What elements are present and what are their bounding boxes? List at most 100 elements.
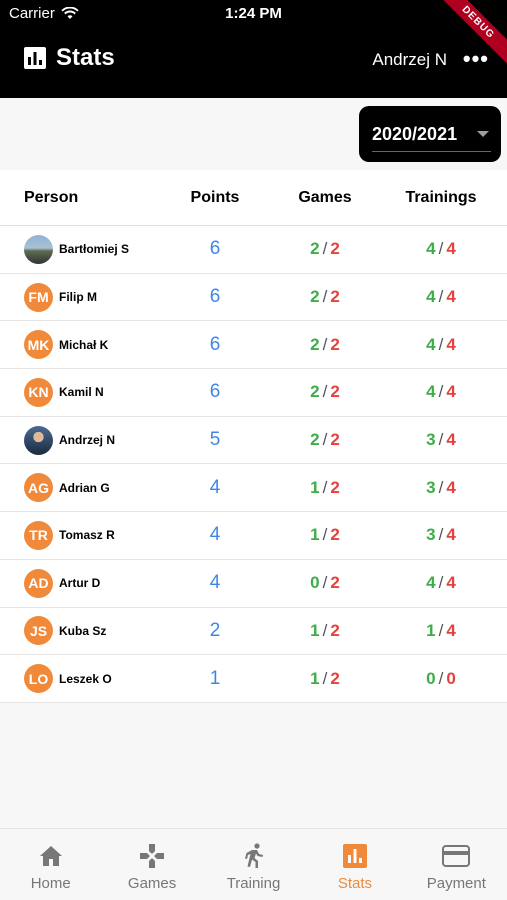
person-cell: KN Kamil N	[0, 377, 155, 407]
person-cell: TR Tomasz R	[0, 520, 155, 550]
page-title: Stats	[56, 44, 115, 71]
table-row[interactable]: JS Kuba Sz 2 1/2 1/4	[0, 608, 507, 656]
points-cell: 6	[155, 334, 275, 356]
trainings-attended: 4	[426, 382, 436, 402]
table-row[interactable]: Andrzej N 5 2/2 3/4	[0, 417, 507, 465]
trainings-cell: 3/4	[375, 478, 507, 498]
games-cell: 1/2	[275, 621, 375, 641]
trainings-cell: 3/4	[375, 430, 507, 450]
games-attended: 0	[310, 573, 320, 593]
bottom-nav: Home Games Training Stats Payment	[0, 828, 507, 900]
current-user[interactable]: Andrzej N	[372, 50, 447, 70]
games-attended: 1	[310, 525, 320, 545]
table-row[interactable]: AD Artur D 4 0/2 4/4	[0, 560, 507, 608]
trainings-cell: 4/4	[375, 239, 507, 259]
home-icon	[39, 846, 62, 866]
ratio-separator: /	[322, 573, 328, 593]
person-name: Leszek O	[59, 671, 112, 686]
trainings-attended: 3	[426, 430, 436, 450]
games-attended: 2	[310, 334, 320, 354]
table-row[interactable]: KN Kamil N 6 2/2 4/4	[0, 369, 507, 417]
points-cell: 2	[155, 620, 275, 642]
games-cell: 2/2	[275, 430, 375, 450]
avatar: TR	[24, 520, 53, 550]
avatar: FM	[24, 282, 53, 312]
nav-games[interactable]: Games	[101, 829, 202, 900]
ratio-separator: /	[322, 287, 328, 307]
nav-payment-label: Payment	[426, 875, 486, 892]
clock: 1:24 PM	[225, 5, 282, 22]
table-row[interactable]: AG Adrian G 4 1/2 3/4	[0, 464, 507, 513]
nav-stats[interactable]: Stats	[304, 829, 405, 900]
points-cell: 6	[155, 381, 275, 403]
nav-home[interactable]: Home	[0, 829, 101, 900]
games-total: 2	[330, 525, 340, 545]
nav-games-label: Games	[127, 875, 177, 892]
trainings-cell: 1/4	[375, 621, 507, 641]
person-name: Tomasz R	[59, 528, 115, 543]
app-title-group: Stats	[24, 44, 115, 72]
points-cell: 4	[155, 477, 275, 499]
trainings-total: 4	[446, 430, 456, 450]
debug-banner: DEBUG	[437, 0, 507, 70]
table-header: Person Points Games Trainings	[0, 170, 507, 226]
ratio-separator: /	[322, 430, 328, 450]
trainings-cell: 4/4	[375, 335, 507, 355]
header-person: Person	[24, 188, 79, 206]
header-games: Games	[298, 188, 352, 206]
avatar: MK	[24, 330, 53, 360]
person-cell: Bartłomiej S	[0, 234, 155, 264]
trainings-cell: 4/4	[375, 573, 507, 593]
games-total: 2	[330, 287, 340, 307]
avatar: KN	[24, 377, 53, 407]
trainings-total: 4	[446, 573, 456, 593]
trainings-attended: 4	[426, 239, 436, 259]
header-trainings: Trainings	[405, 188, 477, 206]
points-value: 6	[209, 238, 221, 260]
person-cell: LO Leszek O	[0, 664, 155, 694]
table-row[interactable]: Bartłomiej S 6 2/2 4/4	[0, 226, 507, 274]
trainings-attended: 4	[426, 334, 436, 354]
debug-label: DEBUG	[437, 0, 507, 68]
ratio-separator: /	[438, 477, 444, 497]
season-value: 2020/2021	[372, 124, 458, 144]
ratio-separator: /	[438, 573, 444, 593]
runner-icon	[244, 843, 263, 868]
credit-card-icon	[442, 845, 471, 867]
ratio-separator: /	[438, 620, 444, 640]
person-cell: Andrzej N	[0, 425, 155, 455]
trainings-total: 4	[446, 239, 456, 259]
games-cell: 2/2	[275, 335, 375, 355]
trainings-attended: 1	[426, 620, 436, 640]
points-cell: 6	[155, 286, 275, 308]
points-cell: 5	[155, 429, 275, 451]
points-value: 4	[209, 476, 221, 498]
games-total: 2	[330, 382, 340, 402]
table-body: Bartłomiej S 6 2/2 4/4 FM Filip M 6 2/2 4/4 MK Mic…	[0, 226, 507, 703]
ratio-separator: /	[438, 287, 444, 307]
table-row[interactable]: FM Filip M 6 2/2 4/4	[0, 274, 507, 322]
app-bar: Stats Andrzej N •••	[0, 28, 507, 98]
person-name: Kamil N	[59, 385, 104, 400]
ratio-separator: /	[322, 525, 328, 545]
table-row[interactable]: TR Tomasz R 4 1/2 3/4	[0, 512, 507, 560]
games-attended: 2	[310, 287, 320, 307]
table-row[interactable]: MK Michał K 6 2/2 4/4	[0, 321, 507, 370]
nav-training[interactable]: Training	[203, 829, 304, 900]
ratio-separator: /	[322, 334, 328, 354]
ratio-separator: /	[438, 525, 444, 545]
games-cell: 0/2	[275, 573, 375, 593]
person-cell: MK Michał K	[0, 330, 155, 360]
games-total: 2	[330, 620, 340, 640]
games-total: 2	[330, 334, 340, 354]
season-dropdown[interactable]: 2020/2021	[359, 106, 501, 162]
trainings-cell: 4/4	[375, 287, 507, 307]
table-row[interactable]: LO Leszek O 1 1/2 0/0	[0, 655, 507, 703]
season-filter-area: 2020/2021	[0, 98, 507, 170]
person-name: Adrian G	[59, 480, 110, 495]
games-cell: 2/2	[275, 239, 375, 259]
avatar: JS	[24, 616, 53, 646]
nav-payment[interactable]: Payment	[406, 829, 507, 900]
ratio-separator: /	[438, 668, 444, 688]
ratio-separator: /	[322, 477, 328, 497]
